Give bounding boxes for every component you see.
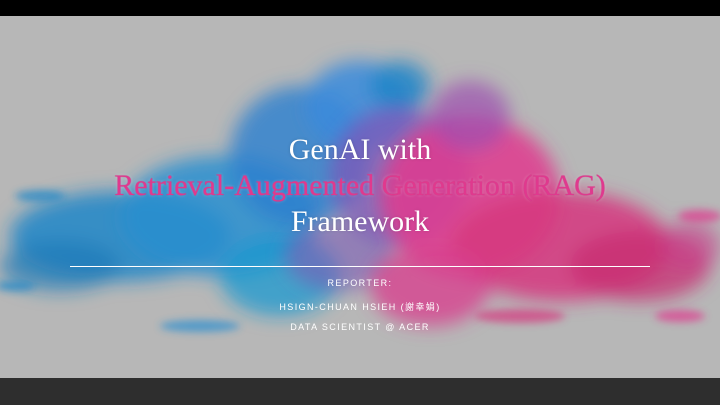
title-line-genai: GenAI with <box>288 133 432 166</box>
viewer-top-bar <box>0 0 720 16</box>
presentation-viewer: GenAI with Retrieval-Augmented Generatio… <box>0 0 720 405</box>
reporter-name: HSIGN-CHUAN HSIEH (謝幸娟) <box>279 302 441 312</box>
reporter-title: DATA SCIENTIST @ ACER <box>290 322 430 332</box>
slide-title: GenAI with Retrieval-Augmented Generatio… <box>0 132 720 240</box>
title-slide: GenAI with Retrieval-Augmented Generatio… <box>0 16 720 378</box>
title-line-rag: Retrieval-Augmented Generation (RAG) <box>114 169 606 202</box>
viewer-bottom-bar <box>0 378 720 405</box>
title-divider <box>70 266 650 267</box>
title-line-framework: Framework <box>290 205 430 238</box>
reporter-label: REPORTER: <box>327 278 393 288</box>
